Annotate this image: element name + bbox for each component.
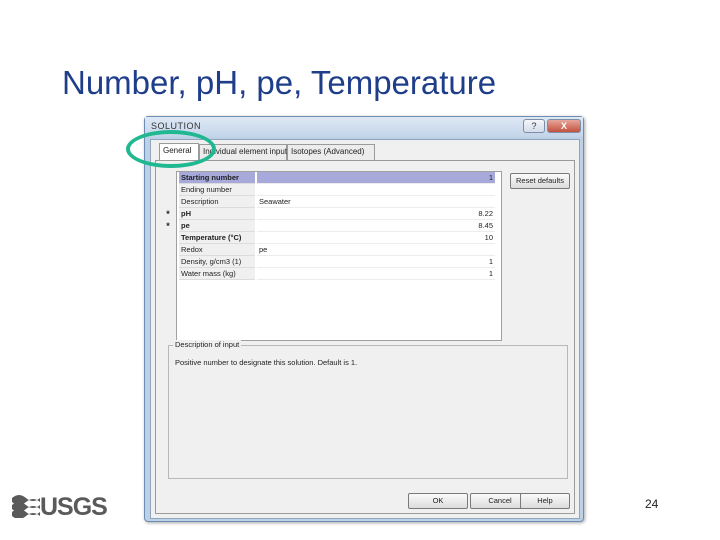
row-number[interactable]: 1 [417,256,495,268]
row-number[interactable] [417,184,495,196]
row-value[interactable] [257,172,417,184]
row-number[interactable] [417,244,495,256]
grid-row-density[interactable]: Density, g/cm3 (1) 1 [177,256,497,268]
row-value[interactable] [257,208,417,220]
grid-row-pe[interactable]: * pe 8.45 [166,220,497,232]
row-name: Redox [179,244,255,256]
usgs-logo: USGS [12,492,108,522]
highlight-circle [126,130,216,168]
row-marker: * [166,209,170,219]
grid-row-description[interactable]: Description Seawater [177,196,497,208]
property-grid: Starting number 1 Ending number Descript… [166,171,502,341]
close-button[interactable]: X [547,119,581,133]
row-value[interactable] [257,256,417,268]
row-value[interactable] [257,268,417,280]
grid-row-water-mass[interactable]: Water mass (kg) 1 [177,268,497,280]
page-number: 24 [645,497,659,511]
row-value[interactable]: Seawater [257,196,417,208]
row-value[interactable] [257,184,417,196]
grid-row-ending-number[interactable]: Ending number [177,184,497,196]
row-number[interactable] [417,196,495,208]
dialog-titlebar[interactable]: SOLUTION ? X [145,117,583,137]
row-name: Description [179,196,255,208]
reset-defaults-button[interactable]: Reset defaults [510,173,570,189]
description-text: Positive number to designate this soluti… [175,358,358,367]
usgs-logo-text: USGS [40,493,108,521]
general-panel: Starting number 1 Ending number Descript… [155,160,575,514]
grid-row-starting-number[interactable]: Starting number 1 [177,172,497,184]
ok-button[interactable]: OK [408,493,468,509]
row-name: Ending number [179,184,255,196]
row-name: Temperature (°C) [179,232,255,244]
row-name: Water mass (kg) [179,268,255,280]
dialog-client: General Individual element input Isotope… [150,139,580,519]
row-number[interactable]: 8.22 [417,208,495,220]
row-name: pH [179,208,255,220]
row-marker: * [166,221,170,231]
solution-dialog: SOLUTION ? X General Individual element … [144,116,584,522]
slide-title: Number, pH, pe, Temperature [62,64,497,101]
row-number[interactable]: 8.45 [417,220,495,232]
grid-row-redox[interactable]: Redox pe [177,244,497,256]
grid-row-temperature[interactable]: Temperature (°C) 10 [177,232,497,244]
row-name: Starting number [179,172,255,184]
help-title-button[interactable]: ? [523,119,545,133]
row-name: Density, g/cm3 (1) [179,256,255,268]
row-value[interactable]: pe [257,244,417,256]
help-button[interactable]: Help [520,493,570,509]
row-number[interactable]: 10 [417,232,495,244]
usgs-wave-icon [12,495,40,519]
row-name: pe [179,220,255,232]
row-number[interactable]: 1 [417,268,495,280]
row-number[interactable]: 1 [417,172,495,184]
description-group: Description of input Positive number to … [168,340,568,479]
description-legend: Description of input [173,340,242,349]
row-value[interactable] [257,220,417,232]
grid-row-ph[interactable]: * pH 8.22 [166,208,497,220]
tab-isotopes[interactable]: Isotopes (Advanced) [287,144,375,160]
row-value[interactable] [257,232,417,244]
